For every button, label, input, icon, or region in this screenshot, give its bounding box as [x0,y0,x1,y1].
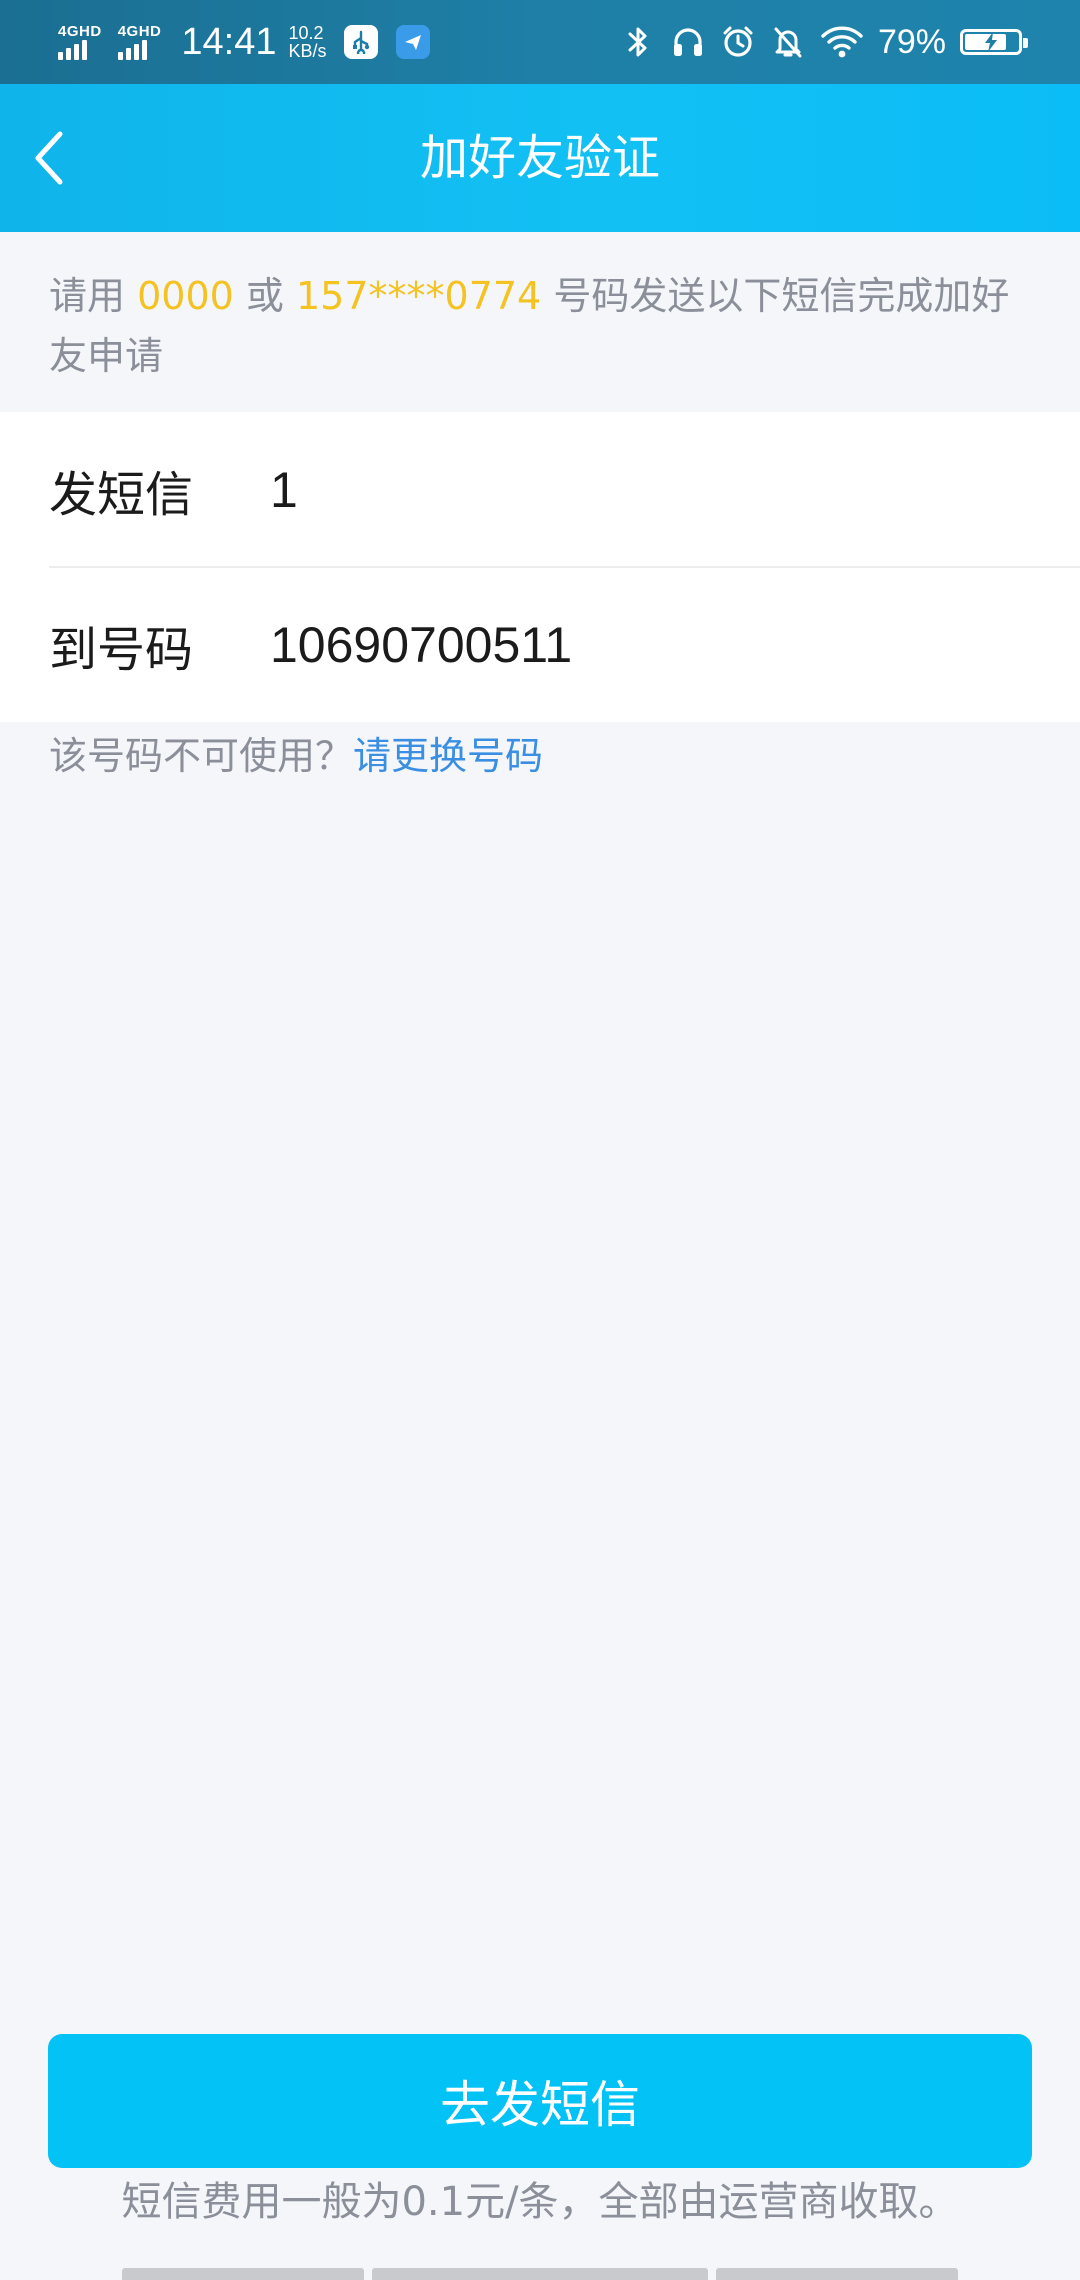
signal-2: 4GHD [117,23,162,60]
headphones-icon [670,24,706,60]
wifi-icon [820,24,864,60]
signal-bars-icon [117,40,147,60]
bluetooth-icon [620,24,656,60]
nav-handle-right [716,2268,958,2280]
sender-number-1: 0000 [137,274,234,318]
fee-note: 短信费用一般为0.1元/条，全部由运营商收取。 [121,2179,959,2225]
change-number-link[interactable]: 请更换号码 [353,734,543,778]
instruction-or: 或 [233,274,296,318]
sender-number-2: 157****0774 [295,274,542,318]
status-right: 79% [620,16,1028,68]
status-left: 4GHD 4GHD 14:41 10.2 KB/s [58,16,431,68]
usb-app-icon [344,25,379,59]
number-unavailable-hint: 该号码不可使用？请更换号码 [49,730,543,782]
send-sms-button[interactable]: 去发短信 [48,2034,1032,2168]
sms-recipient-label: 到号码 [49,621,194,678]
sms-content-row: 发短信 1 [0,412,1080,567]
sms-recipient-value: 10690700511 [270,616,573,673]
nav-handle-left [122,2268,364,2280]
network-type-1: 4GHD [58,23,102,40]
sms-recipient-row: 到号码 10690700511 [0,567,1080,722]
mute-icon [770,24,806,60]
plane-app-icon [396,25,431,59]
network-type-2: 4GHD [117,23,162,40]
header: 4GHD 4GHD 14:41 10.2 KB/s 79% 加好友验证 [0,0,1080,232]
clock: 14:41 [181,20,277,63]
battery-percentage: 79% [877,22,946,61]
charging-bolt-icon [985,32,997,52]
sms-content-label: 发短信 [49,466,194,523]
sms-info-panel: 发短信 1 到号码 10690700511 [0,412,1080,722]
instruction-prefix: 请用 [49,274,138,318]
alarm-icon [720,24,756,60]
speed-unit: KB/s [288,41,327,61]
signal-1: 4GHD [58,24,102,60]
page-title: 加好友验证 [419,130,660,186]
speed-value: 10.2 [288,23,324,43]
status-bar: 4GHD 4GHD 14:41 10.2 KB/s 79% [0,0,1080,84]
network-speed: 10.2 KB/s [288,24,326,60]
unavailable-text: 该号码不可使用？ [49,734,354,778]
nav-handle-center [372,2268,708,2280]
sms-content-value: 1 [270,461,298,518]
nav-bar: 加好友验证 [0,84,1080,232]
instruction-text: 请用 0000 或 157****0774 号码发送以下短信完成加好友申请 [49,266,1039,386]
battery-icon [960,29,1028,55]
signal-bars-icon [58,40,87,60]
